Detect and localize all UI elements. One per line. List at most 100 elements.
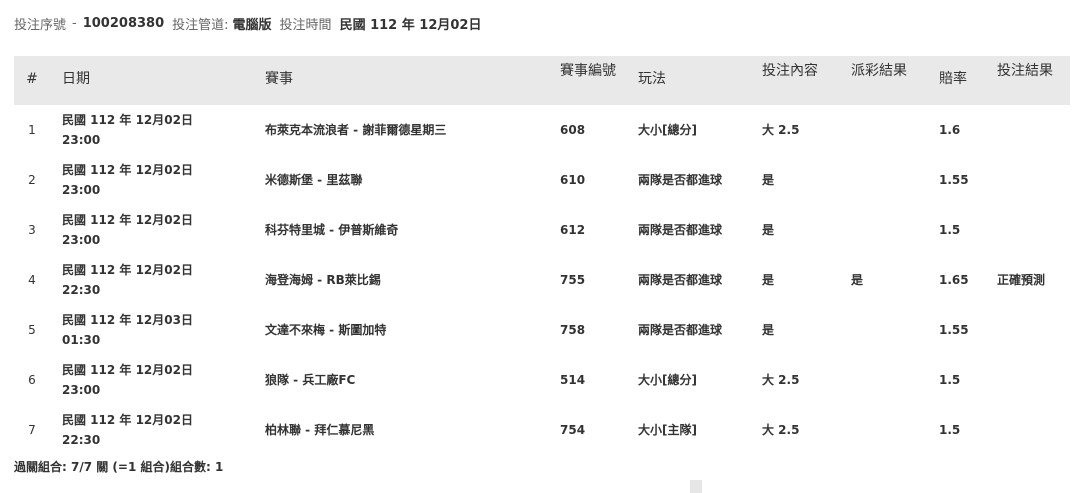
row-match: 柏林聯 - 拜仁慕尼黑: [253, 405, 548, 456]
bet-info-header: 投注序號 - 100208380 投注管道: 電腦版 投注時間 民國 112 年…: [14, 12, 481, 34]
table-header-row: # 日期 賽事 賽事編號 玩法 投注內容 派彩結果 賠率 投注結果: [14, 56, 1070, 105]
row-odds: 1.5: [927, 355, 985, 406]
serial-label: 投注序號: [14, 17, 67, 33]
row-payout: [839, 305, 927, 356]
row-index: 1: [14, 105, 50, 156]
table-row: 7 民國 112 年 12月02日 22:30 柏林聯 - 拜仁慕尼黑 754 大小[主隊…: [14, 405, 1070, 456]
row-bet: 是: [750, 255, 839, 306]
row-bet: 大 2.5: [750, 405, 839, 456]
col-header-match: 賽事: [253, 56, 548, 105]
row-date: 民國 112 年 12月02日 23:00: [50, 205, 253, 256]
row-event-no: 755: [548, 255, 626, 306]
row-date: 民國 112 年 12月03日 01:30: [50, 305, 253, 356]
row-bet: 是: [750, 205, 839, 256]
row-bet: 是: [750, 305, 839, 356]
row-match: 米德斯堡 - 里茲聯: [253, 155, 548, 206]
row-odds: 1.6: [927, 105, 985, 156]
col-header-odds: 賠率: [927, 56, 985, 105]
row-time-line: 22:30: [62, 433, 101, 447]
row-bet: 大 2.5: [750, 355, 839, 406]
row-event-no: 608: [548, 105, 626, 156]
serial-separator: -: [72, 15, 77, 31]
row-date-line: 民國 112 年 12月02日: [62, 213, 193, 227]
row-index: 3: [14, 205, 50, 256]
row-event-no: 514: [548, 355, 626, 406]
row-match: 科芬特里城 - 伊普斯維奇: [253, 205, 548, 256]
row-play: 大小[總分]: [626, 105, 750, 156]
row-date: 民國 112 年 12月02日 22:30: [50, 405, 253, 456]
row-match: 布萊克本流浪者 - 謝菲爾德星期三: [253, 105, 548, 156]
row-payout: 是: [839, 255, 927, 306]
row-match: 海登海姆 - RB萊比錫: [253, 255, 548, 306]
row-payout: [839, 355, 927, 406]
row-index: 2: [14, 155, 50, 206]
col-header-result: 投注結果: [985, 56, 1070, 105]
col-header-date: 日期: [50, 56, 253, 105]
row-payout: [839, 105, 927, 156]
row-match: 文達不來梅 - 斯圖加特: [253, 305, 548, 356]
row-date-line: 民國 112 年 12月03日: [62, 313, 193, 327]
row-odds: 1.5: [927, 405, 985, 456]
row-odds: 1.55: [927, 305, 985, 356]
row-date-line: 民國 112 年 12月02日: [62, 263, 193, 277]
row-date-line: 民國 112 年 12月02日: [62, 413, 193, 427]
row-date-line: 民國 112 年 12月02日: [62, 163, 193, 177]
row-payout: [839, 405, 927, 456]
time-value: 民國 112 年 12月02日: [339, 17, 482, 33]
row-result: [985, 305, 1070, 356]
row-event-no: 758: [548, 305, 626, 356]
row-odds: 1.55: [927, 155, 985, 206]
row-date: 民國 112 年 12月02日 23:00: [50, 155, 253, 206]
row-result: [985, 105, 1070, 156]
table-row: 6 民國 112 年 12月02日 23:00 狼隊 - 兵工廠FC 514 大小[總分]…: [14, 355, 1070, 406]
table-row: 3 民國 112 年 12月02日 23:00 科芬特里城 - 伊普斯維奇 612 兩隊是…: [14, 205, 1070, 256]
row-payout: [839, 205, 927, 256]
row-play: 兩隊是否都進球: [626, 255, 750, 306]
row-play: 兩隊是否都進球: [626, 155, 750, 206]
row-bet: 是: [750, 155, 839, 206]
table-row: 4 民國 112 年 12月02日 22:30 海登海姆 - RB萊比錫 755 兩隊是否…: [14, 255, 1070, 306]
row-result: [985, 355, 1070, 406]
row-index: 7: [14, 405, 50, 456]
row-event-no: 610: [548, 155, 626, 206]
channel-value: 電腦版: [232, 17, 272, 33]
scrollbar-stub[interactable]: [690, 480, 702, 493]
row-date: 民國 112 年 12月02日 22:30: [50, 255, 253, 306]
row-result: [985, 205, 1070, 256]
channel-label: 投注管道:: [172, 17, 229, 33]
serial-value: 100208380: [82, 15, 165, 31]
row-match: 狼隊 - 兵工廠FC: [253, 355, 548, 406]
row-result: 正確預測: [985, 255, 1070, 306]
row-date: 民國 112 年 12月02日 23:00: [50, 105, 253, 156]
row-date: 民國 112 年 12月02日 23:00: [50, 355, 253, 406]
row-date-line: 民國 112 年 12月02日: [62, 363, 193, 377]
table-row: 2 民國 112 年 12月02日 23:00 米德斯堡 - 里茲聯 610 兩隊是否都進…: [14, 155, 1070, 206]
row-time-line: 22:30: [62, 283, 101, 297]
row-time-line: 23:00: [62, 132, 101, 147]
row-bet: 大 2.5: [750, 105, 839, 156]
col-header-play: 玩法: [626, 56, 750, 105]
row-result: [985, 155, 1070, 206]
row-date-line: 民國 112 年 12月02日: [62, 112, 193, 127]
parlay-summary: 過關組合: 7/7 關 (=1 組合)組合數: 1: [14, 460, 224, 474]
time-label: 投注時間: [279, 17, 332, 33]
row-index: 4: [14, 255, 50, 306]
row-result: [985, 405, 1070, 456]
row-index: 5: [14, 305, 50, 356]
row-play: 大小[主隊]: [626, 405, 750, 456]
row-payout: [839, 155, 927, 206]
table-row: 5 民國 112 年 12月03日 01:30 文達不來梅 - 斯圖加特 758 兩隊是否…: [14, 305, 1070, 356]
row-time-line: 23:00: [62, 383, 101, 397]
col-header-bet: 投注內容: [750, 56, 839, 105]
row-time-line: 01:30: [62, 333, 101, 347]
row-play: 大小[總分]: [626, 355, 750, 406]
row-odds: 1.65: [927, 255, 985, 306]
row-event-no: 754: [548, 405, 626, 456]
row-index: 6: [14, 355, 50, 406]
row-odds: 1.5: [927, 205, 985, 256]
bet-details-table: # 日期 賽事 賽事編號 玩法 投注內容 派彩結果 賠率 投注結果 1 民國 11…: [14, 56, 1070, 456]
row-play: 兩隊是否都進球: [626, 305, 750, 356]
col-header-payout: 派彩結果: [839, 56, 927, 105]
col-header-index: #: [14, 56, 50, 105]
row-time-line: 23:00: [62, 183, 101, 197]
